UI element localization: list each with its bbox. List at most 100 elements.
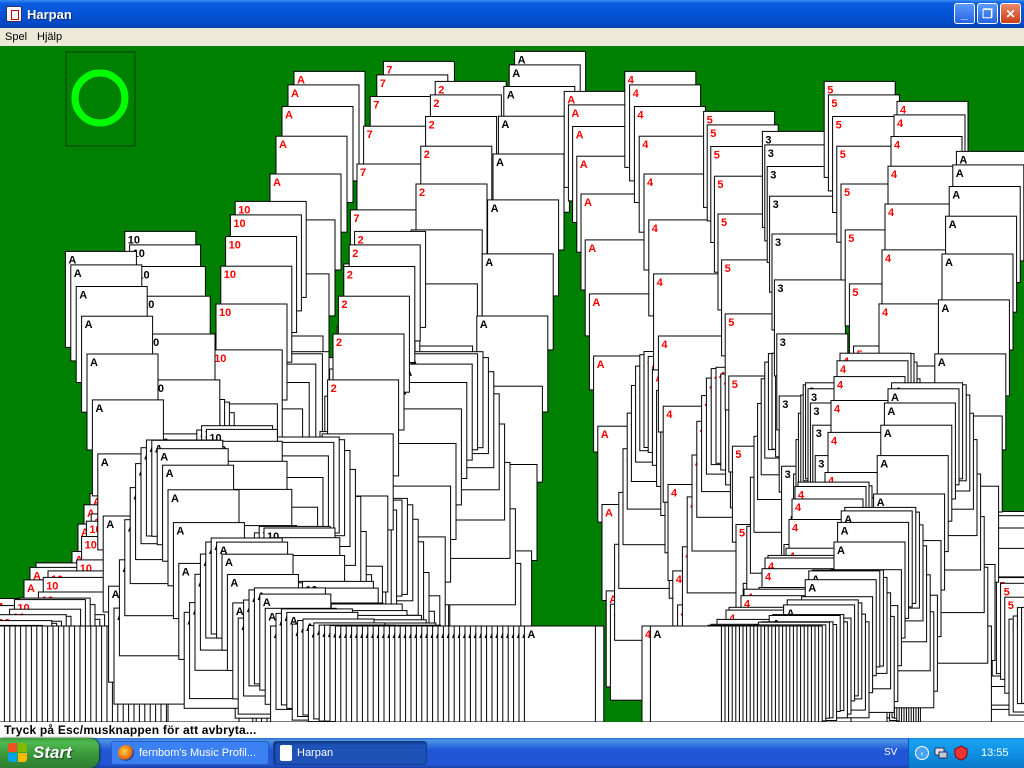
card-rank: 7 bbox=[360, 167, 366, 179]
card-rank: A bbox=[584, 197, 592, 209]
card-rank: 5 bbox=[728, 317, 734, 329]
card-rank: 4 bbox=[882, 307, 889, 319]
card-rank: 5 bbox=[1008, 600, 1014, 612]
menu-spel[interactable]: Spel bbox=[0, 31, 32, 43]
card-rank: 3 bbox=[811, 392, 817, 404]
card-rank: A bbox=[588, 243, 596, 255]
card-rank: 4 bbox=[888, 207, 895, 219]
status-text: Tryck på Esc/musknappen för att avbryta.… bbox=[4, 723, 257, 737]
card-rank: A bbox=[945, 257, 953, 269]
card-rank: 2 bbox=[419, 187, 425, 199]
card-rank: A bbox=[230, 578, 238, 590]
card-rank: 4 bbox=[647, 177, 654, 189]
card-rank: A bbox=[938, 357, 946, 369]
card-rank: 2 bbox=[336, 337, 342, 349]
card-rank: 4 bbox=[831, 435, 838, 447]
card-rank: 5 bbox=[852, 287, 858, 299]
card-rank: 3 bbox=[813, 406, 819, 418]
card-rank: A bbox=[597, 359, 605, 371]
firefox-icon bbox=[118, 745, 134, 761]
card-rank: A bbox=[605, 508, 613, 520]
card-rank: 10 bbox=[219, 307, 231, 319]
start-label: Start bbox=[33, 743, 72, 762]
card-rank: 4 bbox=[885, 253, 892, 265]
network-icon[interactable] bbox=[933, 745, 949, 761]
card-rank: 2 bbox=[424, 149, 430, 161]
card-rank: A bbox=[576, 130, 584, 142]
card-rank: A bbox=[837, 545, 845, 557]
card-rank: 2 bbox=[429, 120, 435, 132]
menu-bar: Spel Hjälp bbox=[0, 28, 1024, 46]
taskbar: Start fernbom's Music Profil... Harpan S… bbox=[0, 738, 1024, 768]
card-rank: 5 bbox=[732, 379, 738, 391]
card-cascade-canvas[interactable]: AAAAAAAAAAAAAAAAAAAAAAAAAAAAAAAAAAAAAAAA… bbox=[0, 46, 1024, 722]
card-rank: A bbox=[808, 583, 816, 595]
card-rank: A bbox=[592, 297, 600, 309]
card-rank: A bbox=[85, 319, 93, 331]
title-bar[interactable]: Harpan _ ❐ ✕ bbox=[0, 0, 1024, 28]
card-rank: 2 bbox=[433, 98, 439, 110]
card-rank: A bbox=[956, 168, 964, 180]
card-rank: A bbox=[79, 290, 87, 302]
card-rank: 4 bbox=[894, 140, 901, 152]
card-rank: 3 bbox=[775, 237, 781, 249]
show-hidden-icons-button[interactable]: ‹ bbox=[915, 746, 929, 760]
task-button-firefox[interactable]: fernbom's Music Profil... bbox=[111, 741, 269, 765]
card bbox=[0, 625, 5, 722]
card-rank: A bbox=[887, 406, 895, 418]
card-rank: A bbox=[112, 589, 120, 601]
card-rank: 3 bbox=[773, 199, 779, 211]
card-rank: A bbox=[279, 139, 287, 151]
card-rank: 4 bbox=[652, 223, 659, 235]
task-button-harpan[interactable]: Harpan bbox=[273, 741, 427, 765]
card-rank: A bbox=[485, 257, 493, 269]
card-rank: A bbox=[952, 190, 960, 202]
solitaire-icon bbox=[6, 6, 22, 22]
card-rank: A bbox=[571, 108, 579, 120]
card-rank: A bbox=[891, 392, 899, 404]
card-rank: 10 bbox=[85, 540, 97, 552]
card-rank: A bbox=[27, 583, 35, 595]
card-rank: A bbox=[496, 157, 504, 169]
maximize-button[interactable]: ❐ bbox=[977, 3, 998, 24]
card-rank: 5 bbox=[739, 528, 745, 540]
card-rank: A bbox=[182, 566, 190, 578]
card-rank: A bbox=[507, 90, 515, 102]
security-alert-icon[interactable] bbox=[953, 745, 969, 761]
language-indicator[interactable]: SV bbox=[884, 747, 897, 758]
card-rank: 7 bbox=[380, 78, 386, 90]
card-rank: 5 bbox=[710, 128, 716, 140]
card-rank: 4 bbox=[795, 502, 802, 514]
card-rank: A bbox=[95, 403, 103, 415]
card-rank: 4 bbox=[837, 380, 844, 392]
card-rank: A bbox=[880, 459, 888, 471]
task-label: fernbom's Music Profil... bbox=[139, 747, 257, 759]
clock[interactable]: 13:55 bbox=[981, 747, 1009, 759]
card-rank: 10 bbox=[224, 269, 236, 281]
card-rank: 4 bbox=[661, 339, 668, 351]
card-rank: 5 bbox=[844, 187, 850, 199]
card-rank: 3 bbox=[768, 148, 774, 160]
minimize-button[interactable]: _ bbox=[954, 3, 975, 24]
card-rank: 4 bbox=[642, 139, 649, 151]
card-rank: A bbox=[285, 110, 293, 122]
close-button[interactable]: ✕ bbox=[1000, 3, 1021, 24]
card-rank: 10 bbox=[229, 240, 241, 252]
card-rank: 5 bbox=[721, 217, 727, 229]
menu-hjalp[interactable]: Hjälp bbox=[32, 31, 67, 43]
card-rank: 3 bbox=[785, 469, 791, 481]
card-rank: 4 bbox=[840, 364, 847, 376]
card-rank: 10 bbox=[233, 218, 245, 230]
card-rank: A bbox=[501, 119, 509, 131]
card-rank: 10 bbox=[46, 580, 58, 592]
start-button[interactable]: Start bbox=[0, 738, 99, 768]
card-rank: A bbox=[166, 468, 174, 480]
game-board[interactable]: AAAAAAAAAAAAAAAAAAAAAAAAAAAAAAAAAAAAAAAA… bbox=[0, 46, 1024, 722]
card-rank: 7 bbox=[373, 100, 379, 112]
card-rank: 2 bbox=[352, 248, 358, 260]
card-rank: 5 bbox=[714, 150, 720, 162]
card-rank: 4 bbox=[633, 88, 640, 100]
card-rank: 3 bbox=[770, 170, 776, 182]
card-rank: 3 bbox=[782, 399, 788, 411]
card-rank: 5 bbox=[1004, 586, 1010, 598]
